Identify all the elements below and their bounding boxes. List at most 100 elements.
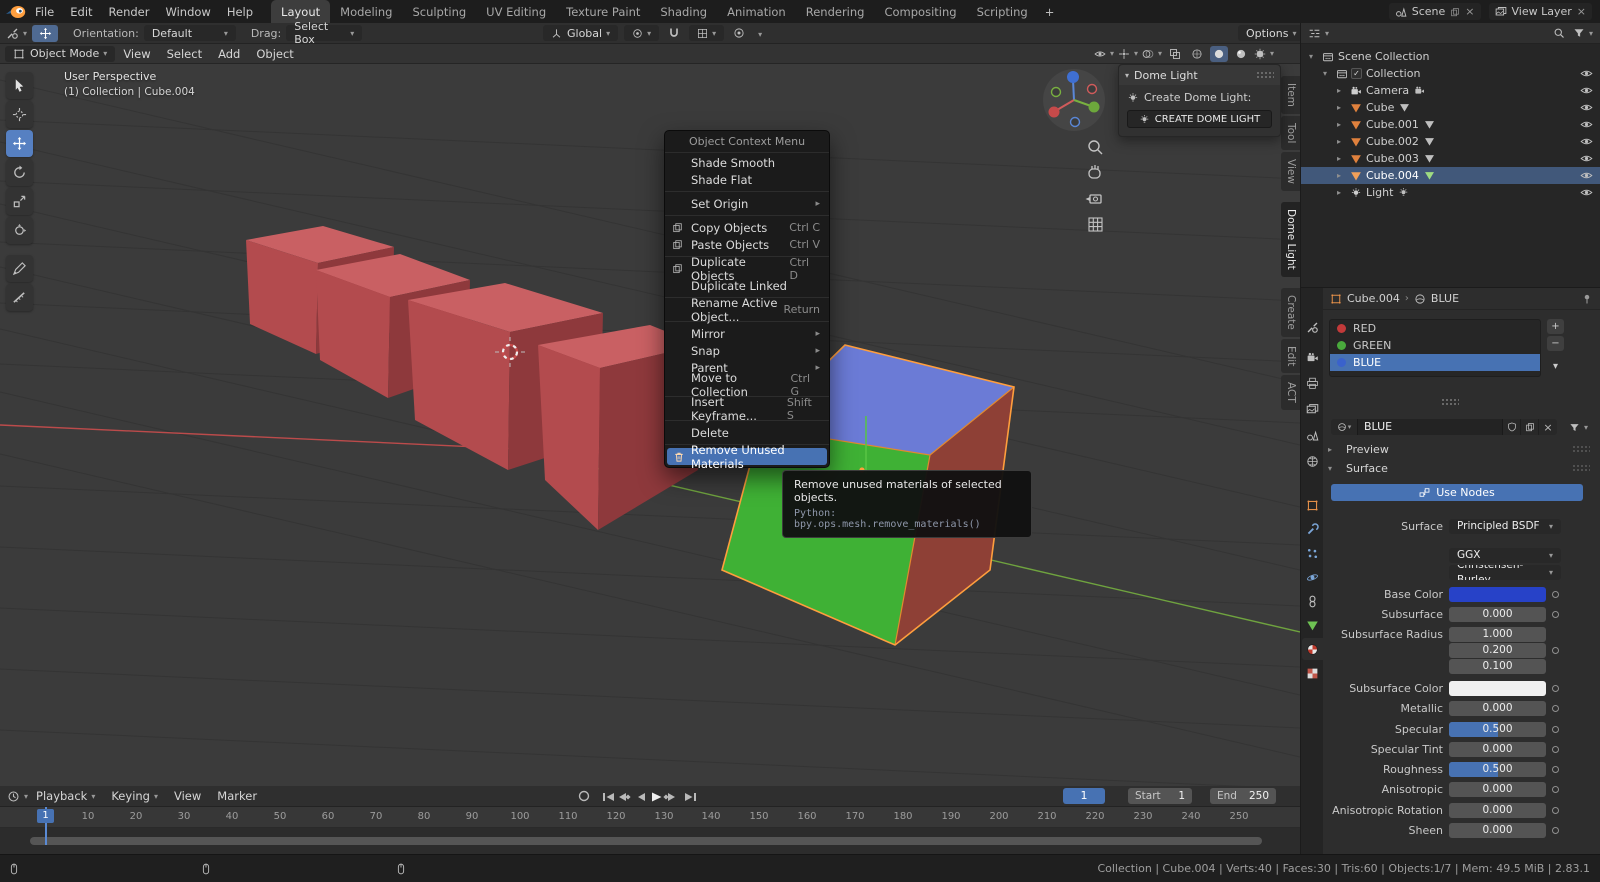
animate-dot[interactable] <box>1552 611 1559 618</box>
sidebar-tab-dome-light[interactable]: Dome Light <box>1281 202 1300 277</box>
sidebar-tab-create[interactable]: Create <box>1281 287 1300 337</box>
disclosure-icon[interactable]: ▸ <box>1337 103 1350 112</box>
tool-cursor-button[interactable] <box>6 101 33 128</box>
gizmo-y-axis[interactable] <box>1088 101 1100 113</box>
new-scene-icon[interactable] <box>1450 7 1460 17</box>
tab-tool[interactable] <box>1302 316 1323 338</box>
menu-window[interactable]: Window <box>157 0 218 23</box>
timeline-menu-keying[interactable]: Keying <box>103 786 166 806</box>
workspace-tab-texture-paint[interactable]: Texture Paint <box>556 0 650 23</box>
proportional-edit-toggle[interactable] <box>730 25 748 41</box>
eye-icon[interactable] <box>1580 169 1593 182</box>
browse-material-button[interactable]: ▾ <box>1331 419 1357 435</box>
animate-dot[interactable] <box>1552 591 1559 598</box>
snap-settings-dropdown[interactable] <box>689 25 725 41</box>
disclosure-icon[interactable]: ▸ <box>1337 86 1350 95</box>
tab-modifiers[interactable] <box>1302 518 1323 540</box>
eye-icon[interactable] <box>1580 135 1593 148</box>
shading-rendered-button[interactable] <box>1254 46 1274 62</box>
menu-render[interactable]: Render <box>101 0 158 23</box>
viewport-3d[interactable]: User Perspective (1) Collection | Cube.0… <box>0 64 1300 786</box>
tool-select-box-button[interactable] <box>6 72 33 99</box>
menu-item-shade-smooth[interactable]: Shade Smooth <box>665 154 829 171</box>
unlink-scene-icon[interactable]: × <box>1465 5 1474 18</box>
tool-scale-button[interactable] <box>6 188 33 215</box>
workspace-tab-scripting[interactable]: Scripting <box>967 0 1038 23</box>
disclosure-icon[interactable]: ▸ <box>1337 188 1350 197</box>
end-frame-field[interactable]: End 250 <box>1210 788 1276 804</box>
menu-file[interactable]: File <box>27 0 62 23</box>
tab-world[interactable] <box>1302 450 1323 472</box>
tab-physics[interactable] <box>1302 566 1323 588</box>
collection-checkbox[interactable]: ✓ <box>1351 68 1362 79</box>
workspace-tab-shading[interactable]: Shading <box>650 0 717 23</box>
orientation-dropdown[interactable]: Default <box>143 25 236 41</box>
outliner-row-light[interactable]: ▸ Light <box>1301 184 1600 201</box>
add-workspace-button[interactable]: + <box>1038 0 1062 23</box>
xray-toggle[interactable] <box>1166 46 1184 62</box>
distribution-dropdown[interactable]: GGX <box>1449 548 1561 563</box>
subsurface-color-swatch[interactable] <box>1449 681 1546 696</box>
material-slot-blue[interactable]: BLUE <box>1330 354 1540 371</box>
subsurface-radius-z-field[interactable]: 0.100 <box>1449 659 1546 674</box>
blender-logo[interactable] <box>5 5 27 19</box>
menu-item-duplicate-objects[interactable]: Duplicate Objects Ctrl D <box>665 255 829 283</box>
snap-magnet-toggle[interactable] <box>665 25 683 41</box>
slot-specials-dropdown[interactable]: ▾ <box>1547 359 1564 374</box>
anisotropic-rotation-field[interactable]: 0.000 <box>1449 803 1546 818</box>
toggle-ortho-button[interactable] <box>1088 217 1103 232</box>
remove-slot-button[interactable]: − <box>1547 336 1564 351</box>
use-nodes-button[interactable]: Use Nodes <box>1331 484 1583 501</box>
eye-icon[interactable] <box>1580 84 1593 97</box>
new-material-button[interactable] <box>1521 419 1539 435</box>
eye-icon[interactable] <box>1580 152 1593 165</box>
menu-item-set-origin[interactable]: Set Origin ▸ <box>665 195 829 212</box>
menu-item-duplicate-linked[interactable]: Duplicate Linked <box>665 277 829 294</box>
drag-dropdown[interactable]: Select Box <box>286 20 363 46</box>
unlink-material-button[interactable]: × <box>1539 419 1557 435</box>
animate-dot[interactable] <box>1552 766 1559 773</box>
unlink-view-layer-icon[interactable]: × <box>1577 5 1586 18</box>
list-resize-grip[interactable] <box>1441 398 1459 406</box>
animate-dot[interactable] <box>1552 786 1559 793</box>
viewport-menu-select[interactable]: Select <box>159 44 210 63</box>
menu-help[interactable]: Help <box>219 0 261 23</box>
eye-icon[interactable] <box>1580 186 1593 199</box>
object-visibility-dropdown[interactable] <box>1094 48 1114 60</box>
eye-icon[interactable] <box>1580 67 1593 80</box>
outliner-row-cube-003[interactable]: ▸ Cube.003 <box>1301 150 1600 167</box>
tab-scene[interactable] <box>1302 424 1323 446</box>
outliner-row-scene-collection[interactable]: ▾ Scene Collection <box>1301 48 1600 65</box>
menu-item-mirror[interactable]: Mirror ▸ <box>665 325 829 342</box>
shading-material-button[interactable] <box>1232 46 1250 62</box>
subsurface-radius-y-field[interactable]: 0.200 <box>1449 643 1546 658</box>
specular-slider[interactable]: 0.500 <box>1449 722 1546 737</box>
menu-edit[interactable]: Edit <box>62 0 100 23</box>
subsurface-radius-x-field[interactable]: 1.000 <box>1449 627 1546 642</box>
menu-item-remove-unused-materials[interactable]: Remove Unused Materials <box>667 443 827 471</box>
collapse-icon[interactable]: ▾ <box>1125 71 1129 80</box>
scene-selector[interactable]: Scene × <box>1388 3 1481 20</box>
show-overlays-dropdown[interactable] <box>1142 48 1162 60</box>
search-icon[interactable] <box>1553 27 1565 39</box>
tool-transform-button[interactable] <box>6 217 33 244</box>
eye-icon[interactable] <box>1580 118 1593 131</box>
tab-object-data[interactable] <box>1302 614 1323 636</box>
timeline-scrollbar[interactable] <box>30 837 1262 845</box>
material-name-field[interactable]: BLUE <box>1357 419 1503 435</box>
gizmo-x-axis[interactable] <box>1048 106 1060 118</box>
tool-move-button[interactable] <box>6 130 33 157</box>
material-slot-red[interactable]: RED <box>1330 320 1540 337</box>
menu-item-paste-objects[interactable]: Paste Objects Ctrl V <box>665 236 829 253</box>
workspace-tab-sculpting[interactable]: Sculpting <box>402 0 476 23</box>
show-gizmo-dropdown[interactable] <box>1118 48 1138 60</box>
timeline-menu-playback[interactable]: Playback <box>28 786 103 806</box>
disclosure-icon[interactable]: ▸ <box>1337 120 1350 129</box>
surface-shader-dropdown[interactable]: Principled BSDF <box>1449 519 1561 534</box>
eye-icon[interactable] <box>1580 101 1593 114</box>
workspace-tab-animation[interactable]: Animation <box>717 0 796 23</box>
fake-user-toggle[interactable] <box>1503 419 1521 435</box>
anisotropic-field[interactable]: 0.000 <box>1449 782 1546 797</box>
3d-scene[interactable] <box>0 64 1300 786</box>
menu-item-delete[interactable]: Delete <box>665 424 829 441</box>
